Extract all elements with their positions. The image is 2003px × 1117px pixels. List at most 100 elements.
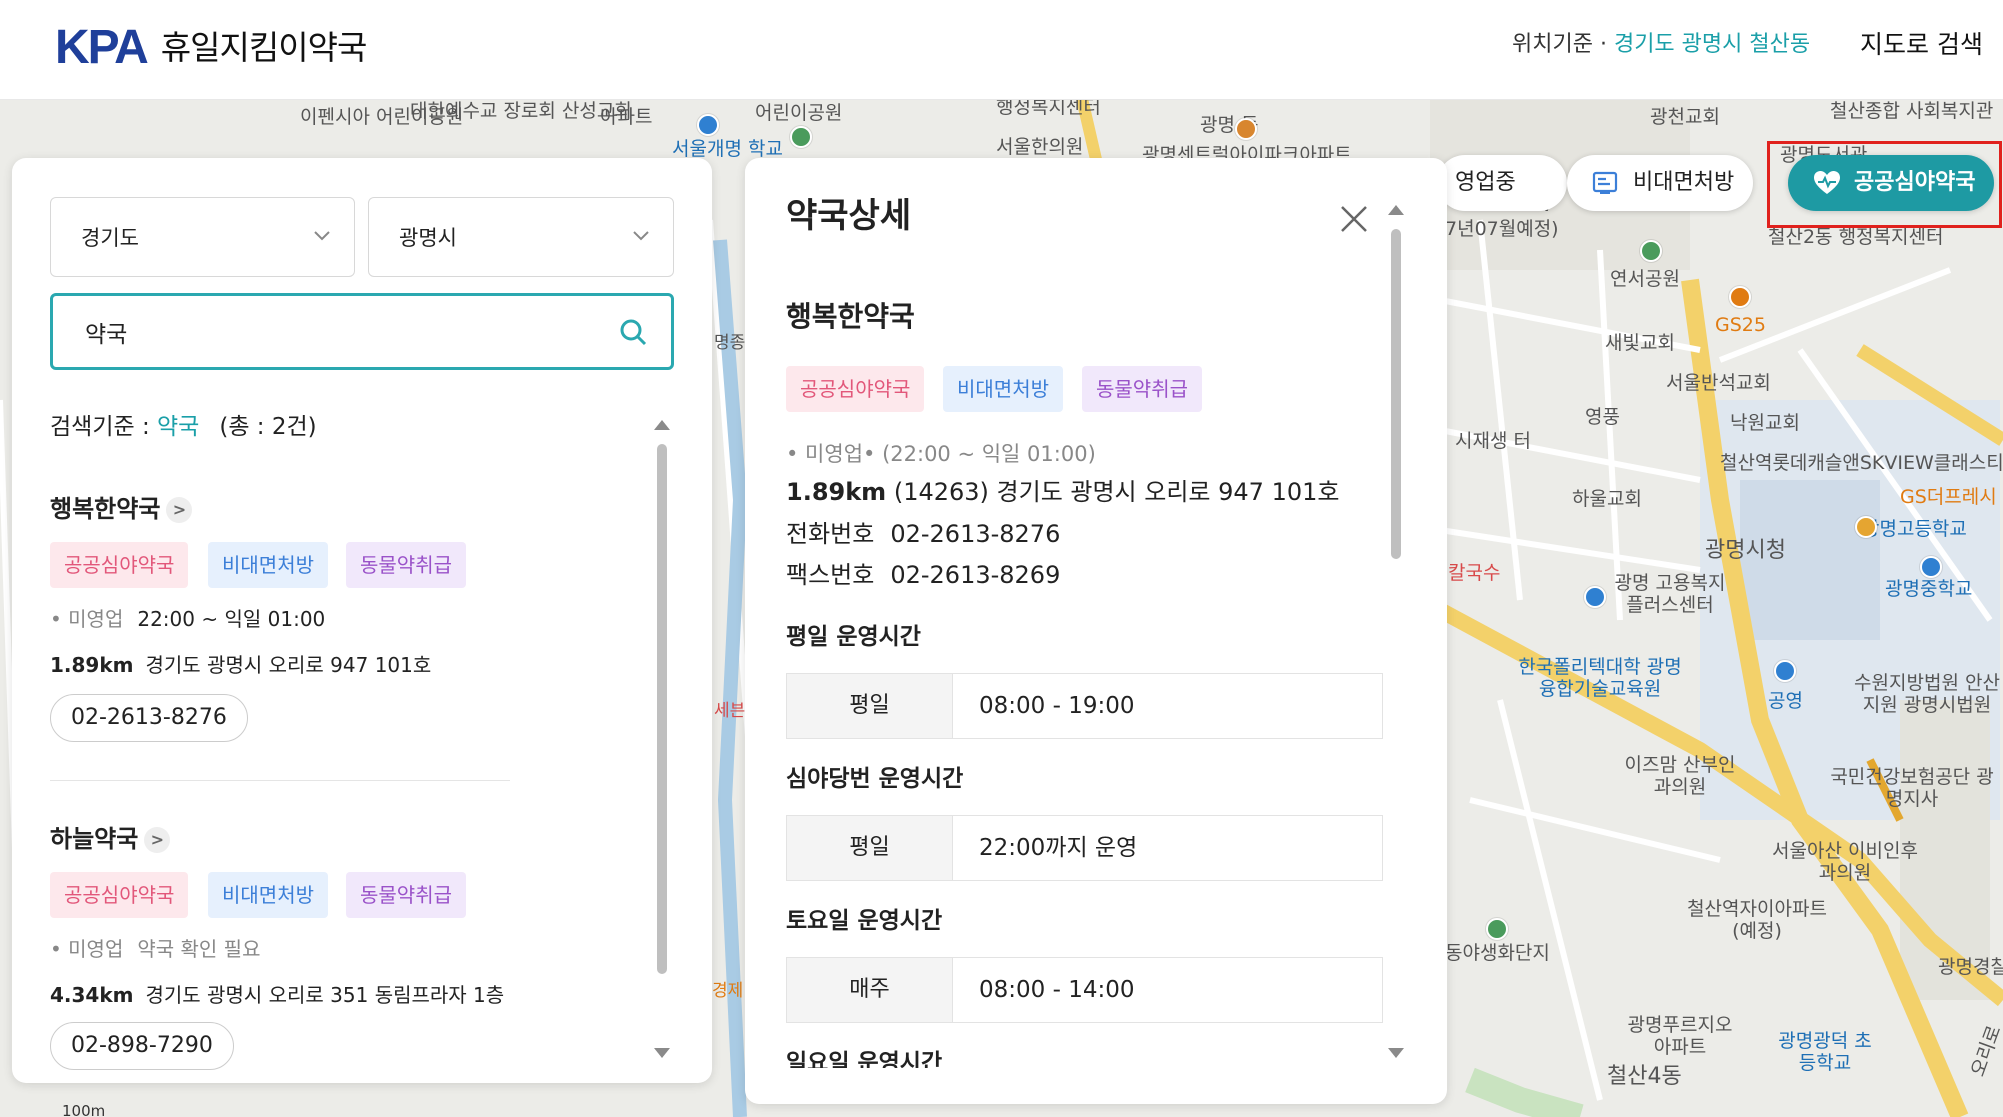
map-label: 어린이공원 <box>755 102 843 124</box>
sunday-hours-title: 일요일 운영시간 <box>786 1050 943 1068</box>
scrollbar-thumb[interactable] <box>657 444 667 974</box>
filter-open-label: 영업중 <box>1455 170 1516 195</box>
status-text: 미영업 <box>68 607 124 631</box>
map-label: 철산2동 행정복지센터 <box>1768 226 1944 248</box>
map-pin[interactable] <box>790 126 812 148</box>
tag-telemed: 비대면처방 <box>208 542 328 588</box>
map-pin[interactable] <box>1729 286 1751 308</box>
sunday-hours-clip: 일요일 운영시간 <box>786 1048 1366 1068</box>
map-pin[interactable] <box>1774 660 1796 682</box>
search-input[interactable] <box>85 314 585 350</box>
map-pin[interactable] <box>1640 240 1662 262</box>
close-icon[interactable] <box>1338 203 1370 235</box>
scroll-down-arrow[interactable] <box>1388 1048 1404 1058</box>
filter-telemed-button[interactable]: 비대면처방 <box>1567 155 1753 211</box>
result-address: 4.34km 경기도 광명시 오리로 351 동림프라자 1층 <box>50 981 504 1009</box>
tag-animal-drug: 동물약취급 <box>346 542 466 588</box>
result-status: • 미영업 약국 확인 필요 <box>50 937 261 961</box>
map-pin[interactable] <box>697 114 719 136</box>
search-icon[interactable] <box>617 316 649 348</box>
map-label: 광명경찰 <box>1938 956 2003 978</box>
saturday-hours-row: 매주 08:00 - 14:00 <box>786 957 1383 1023</box>
prescription-icon <box>1592 171 1618 194</box>
map-label: 대한예수교 장로회 산성교회 <box>410 100 632 122</box>
map-label: 철산역롯데캐슬앤SKVIEW클래스티 <box>1720 452 2003 474</box>
scroll-up-arrow[interactable] <box>654 420 670 430</box>
location-value[interactable]: 경기도 광명시 철산동 <box>1614 32 1810 57</box>
app-title: 휴일지킴이약국 <box>160 28 368 67</box>
hours-key: 매주 <box>787 958 953 1022</box>
map-label: 동야생화단지 <box>1445 942 1550 964</box>
map-label: 아파트 <box>600 106 653 128</box>
scroll-down-arrow[interactable] <box>654 1048 670 1058</box>
map-label: 연서공원 <box>1610 268 1680 290</box>
night-hours-row: 평일 22:00까지 운영 <box>786 815 1383 881</box>
chevron-right-icon[interactable]: > <box>166 497 193 523</box>
result-item-name[interactable]: 하늘약국 > <box>50 824 171 854</box>
detail-fax: 팩스번호 02-2613-8269 <box>786 559 1060 591</box>
map-label: 공영 <box>1768 690 1803 712</box>
phone-value[interactable]: 02-2613-8276 <box>890 520 1060 548</box>
map-label: GS25 <box>1715 314 1766 336</box>
map-label: 행정복지센터 <box>996 100 1101 118</box>
filter-open-button[interactable]: 영업중 <box>1437 155 1567 211</box>
phone-button[interactable]: 02-2613-8276 <box>50 694 248 742</box>
hours-key: 평일 <box>787 674 953 738</box>
scroll-up-arrow[interactable] <box>1388 205 1404 215</box>
hours-key: 평일 <box>787 816 953 880</box>
detail-phone: 전화번호 02-2613-8276 <box>786 518 1060 550</box>
map-label: 철산역자이아파트 (예정) <box>1687 898 1827 942</box>
hours-text: 약국 확인 필요 <box>137 937 261 961</box>
map-label: 낙원교회 <box>1730 412 1800 434</box>
map-label: 이즈맘 산부인과의원 <box>1624 754 1736 798</box>
map-label: 서울아산 이비인후과의원 <box>1772 840 1918 884</box>
chevron-right-icon[interactable]: > <box>144 827 171 853</box>
map-pin[interactable] <box>1920 556 1942 578</box>
map-label: 수원지방법원 안산지원 광명시법원 <box>1854 672 2000 716</box>
tag-animal-drug: 동물약취급 <box>346 872 466 918</box>
tag-animal-drug: 동물약취급 <box>1082 366 1202 412</box>
map-label: 7년07월예정) <box>1445 218 1559 240</box>
phone-button[interactable]: 02-898-7290 <box>50 1022 234 1070</box>
province-select[interactable]: 경기도 <box>50 197 355 277</box>
city-select[interactable]: 광명시 <box>368 197 674 277</box>
map-pin[interactable] <box>1855 516 1877 538</box>
map-label: 한국폴리텍대학 광명융합기술교육원 <box>1518 656 1682 700</box>
detail-pharmacy-name: 행복한약국 <box>786 300 915 333</box>
distance-text: 1.89km <box>50 653 134 677</box>
result-count: (총 : 2건) <box>219 414 317 440</box>
map-label: 하울교회 <box>1572 488 1642 510</box>
map-label: 광명중학교 <box>1885 578 1973 600</box>
hours-value: 08:00 - 19:00 <box>979 693 1135 719</box>
detail-title: 약국상세 <box>786 196 912 236</box>
fax-label: 팩스번호 <box>786 561 875 589</box>
chevron-down-icon <box>633 231 649 241</box>
result-name-text: 행복한약국 <box>50 495 161 523</box>
map-search-link[interactable]: 지도로 검색 <box>1860 28 1983 62</box>
detail-status: • 미영업• (22:00 ~ 익일 01:00) <box>786 442 1096 466</box>
map-label: 광명 고용복지 플러스센터 <box>1614 572 1726 616</box>
fax-value: 02-2613-8269 <box>890 561 1061 589</box>
location-indicator: 위치기준 · 경기도 광명시 철산동 <box>1512 30 1810 60</box>
criteria-query: 약국 <box>157 414 200 440</box>
map-label: 광명광덕 초등학교 <box>1778 1030 1872 1074</box>
result-item-name[interactable]: 행복한약국 > <box>50 494 193 524</box>
map-pin[interactable] <box>1235 118 1257 140</box>
criteria-label: 검색기준 : <box>50 414 158 440</box>
filter-telemed-label: 비대면처방 <box>1633 170 1735 195</box>
detail-distance: 1.89km <box>786 478 887 506</box>
map-label: 철산종합 사회복지관 <box>1830 100 1994 122</box>
map-label: 서울반석교회 <box>1666 372 1771 394</box>
divider <box>50 780 510 781</box>
province-select-value: 경기도 <box>81 226 139 250</box>
hours-text: 22:00 ~ 익일 01:00 <box>137 607 326 631</box>
scrollbar-thumb[interactable] <box>1391 229 1401 559</box>
map-pin[interactable] <box>1584 586 1606 608</box>
map-label: 광명시청 <box>1705 538 1786 563</box>
app-logo[interactable]: KPA 휴일지킴이약국 <box>55 24 368 72</box>
map-pin[interactable] <box>1486 918 1508 940</box>
map-label: 시재생 터 <box>1455 430 1531 452</box>
map-label: 세븐 <box>714 701 746 721</box>
map-label: 광명푸르지오 아파트 <box>1627 1014 1733 1058</box>
map-label: 광명고등학교 <box>1862 518 1967 540</box>
